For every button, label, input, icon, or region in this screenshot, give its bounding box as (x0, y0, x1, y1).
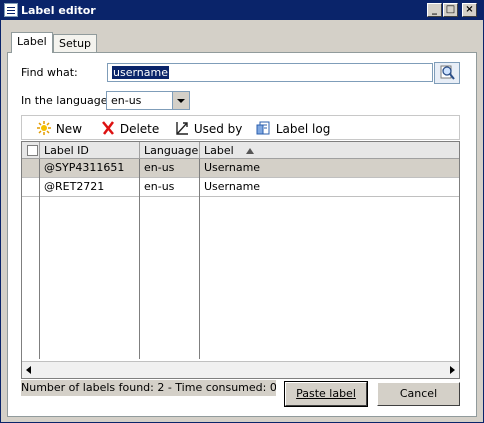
used-by-button[interactable]: Used by (174, 120, 242, 136)
cell-label[interactable]: Username (200, 178, 459, 196)
column-divider (39, 159, 40, 359)
language-value: en-us (111, 94, 142, 107)
label-log-icon (256, 121, 270, 135)
maximize-button[interactable]: □ (443, 3, 458, 17)
column-divider (199, 159, 200, 359)
column-header-label-id[interactable]: Label ID (40, 142, 140, 159)
find-icon (440, 65, 455, 80)
label-editor-window: Label editor _ □ × Label Setup Find what… (0, 0, 484, 423)
cell-language[interactable]: en-us (140, 159, 200, 177)
column-header-language[interactable]: Language (140, 142, 200, 159)
new-icon (37, 121, 51, 135)
language-select[interactable]: en-us (106, 91, 190, 110)
tab-label[interactable]: Label (11, 32, 53, 53)
close-button[interactable]: × (462, 3, 477, 17)
grid-header: Label ID Language Label (22, 142, 459, 159)
cell-label-id[interactable]: @RET2721 (40, 178, 140, 196)
used-by-icon (176, 122, 188, 135)
status-text: Number of labels found: 2 - Time consume… (21, 380, 276, 396)
title-bar[interactable]: Label editor _ □ × (1, 1, 483, 20)
delete-icon (102, 121, 114, 135)
table-row[interactable]: @RET2721 en-us Username (22, 178, 459, 197)
label-log-button[interactable]: Label log (256, 120, 330, 136)
delete-label: Delete (119, 122, 160, 136)
paste-label-button[interactable]: Paste label (284, 381, 368, 407)
cell-label-id[interactable]: @SYP4311651 (40, 159, 140, 177)
minimize-button[interactable]: _ (427, 3, 442, 17)
select-all-cell[interactable] (22, 142, 40, 159)
find-button[interactable] (434, 62, 460, 84)
used-by-label: Used by (193, 122, 243, 136)
tab-setup[interactable]: Setup (53, 34, 98, 52)
column-divider (139, 159, 140, 359)
window-title: Label editor (21, 4, 96, 17)
paste-label-text: Paste label (296, 387, 356, 400)
column-header-label-text: Label (204, 144, 234, 157)
scroll-left-icon[interactable] (24, 364, 34, 376)
find-what-value: username (112, 66, 169, 79)
sort-ascending-icon (246, 148, 254, 154)
find-what-input[interactable]: username (107, 63, 433, 82)
new-label: New (55, 122, 83, 136)
delete-button[interactable]: Delete (100, 120, 159, 136)
label-log-label: Label log (275, 122, 331, 136)
cell-language[interactable]: en-us (140, 178, 200, 196)
scroll-right-icon[interactable] (447, 364, 457, 376)
column-header-label[interactable]: Label (200, 142, 459, 159)
table-row[interactable]: @SYP4311651 en-us Username (22, 159, 459, 178)
chevron-down-icon[interactable] (172, 92, 189, 109)
select-all-checkbox[interactable] (27, 145, 38, 156)
language-label: In the language: (21, 94, 112, 107)
horizontal-scrollbar[interactable] (22, 361, 459, 378)
grid-toolbar: New Delete Used by Label log (21, 115, 460, 140)
cell-label[interactable]: Username (200, 159, 459, 177)
find-what-label: Find what: (21, 66, 78, 79)
new-button[interactable]: New (36, 120, 82, 136)
labels-grid: Label ID Language Label @SYP4311651 en-u… (21, 141, 460, 379)
window-icon (4, 3, 18, 17)
cancel-button[interactable]: Cancel (377, 382, 460, 406)
